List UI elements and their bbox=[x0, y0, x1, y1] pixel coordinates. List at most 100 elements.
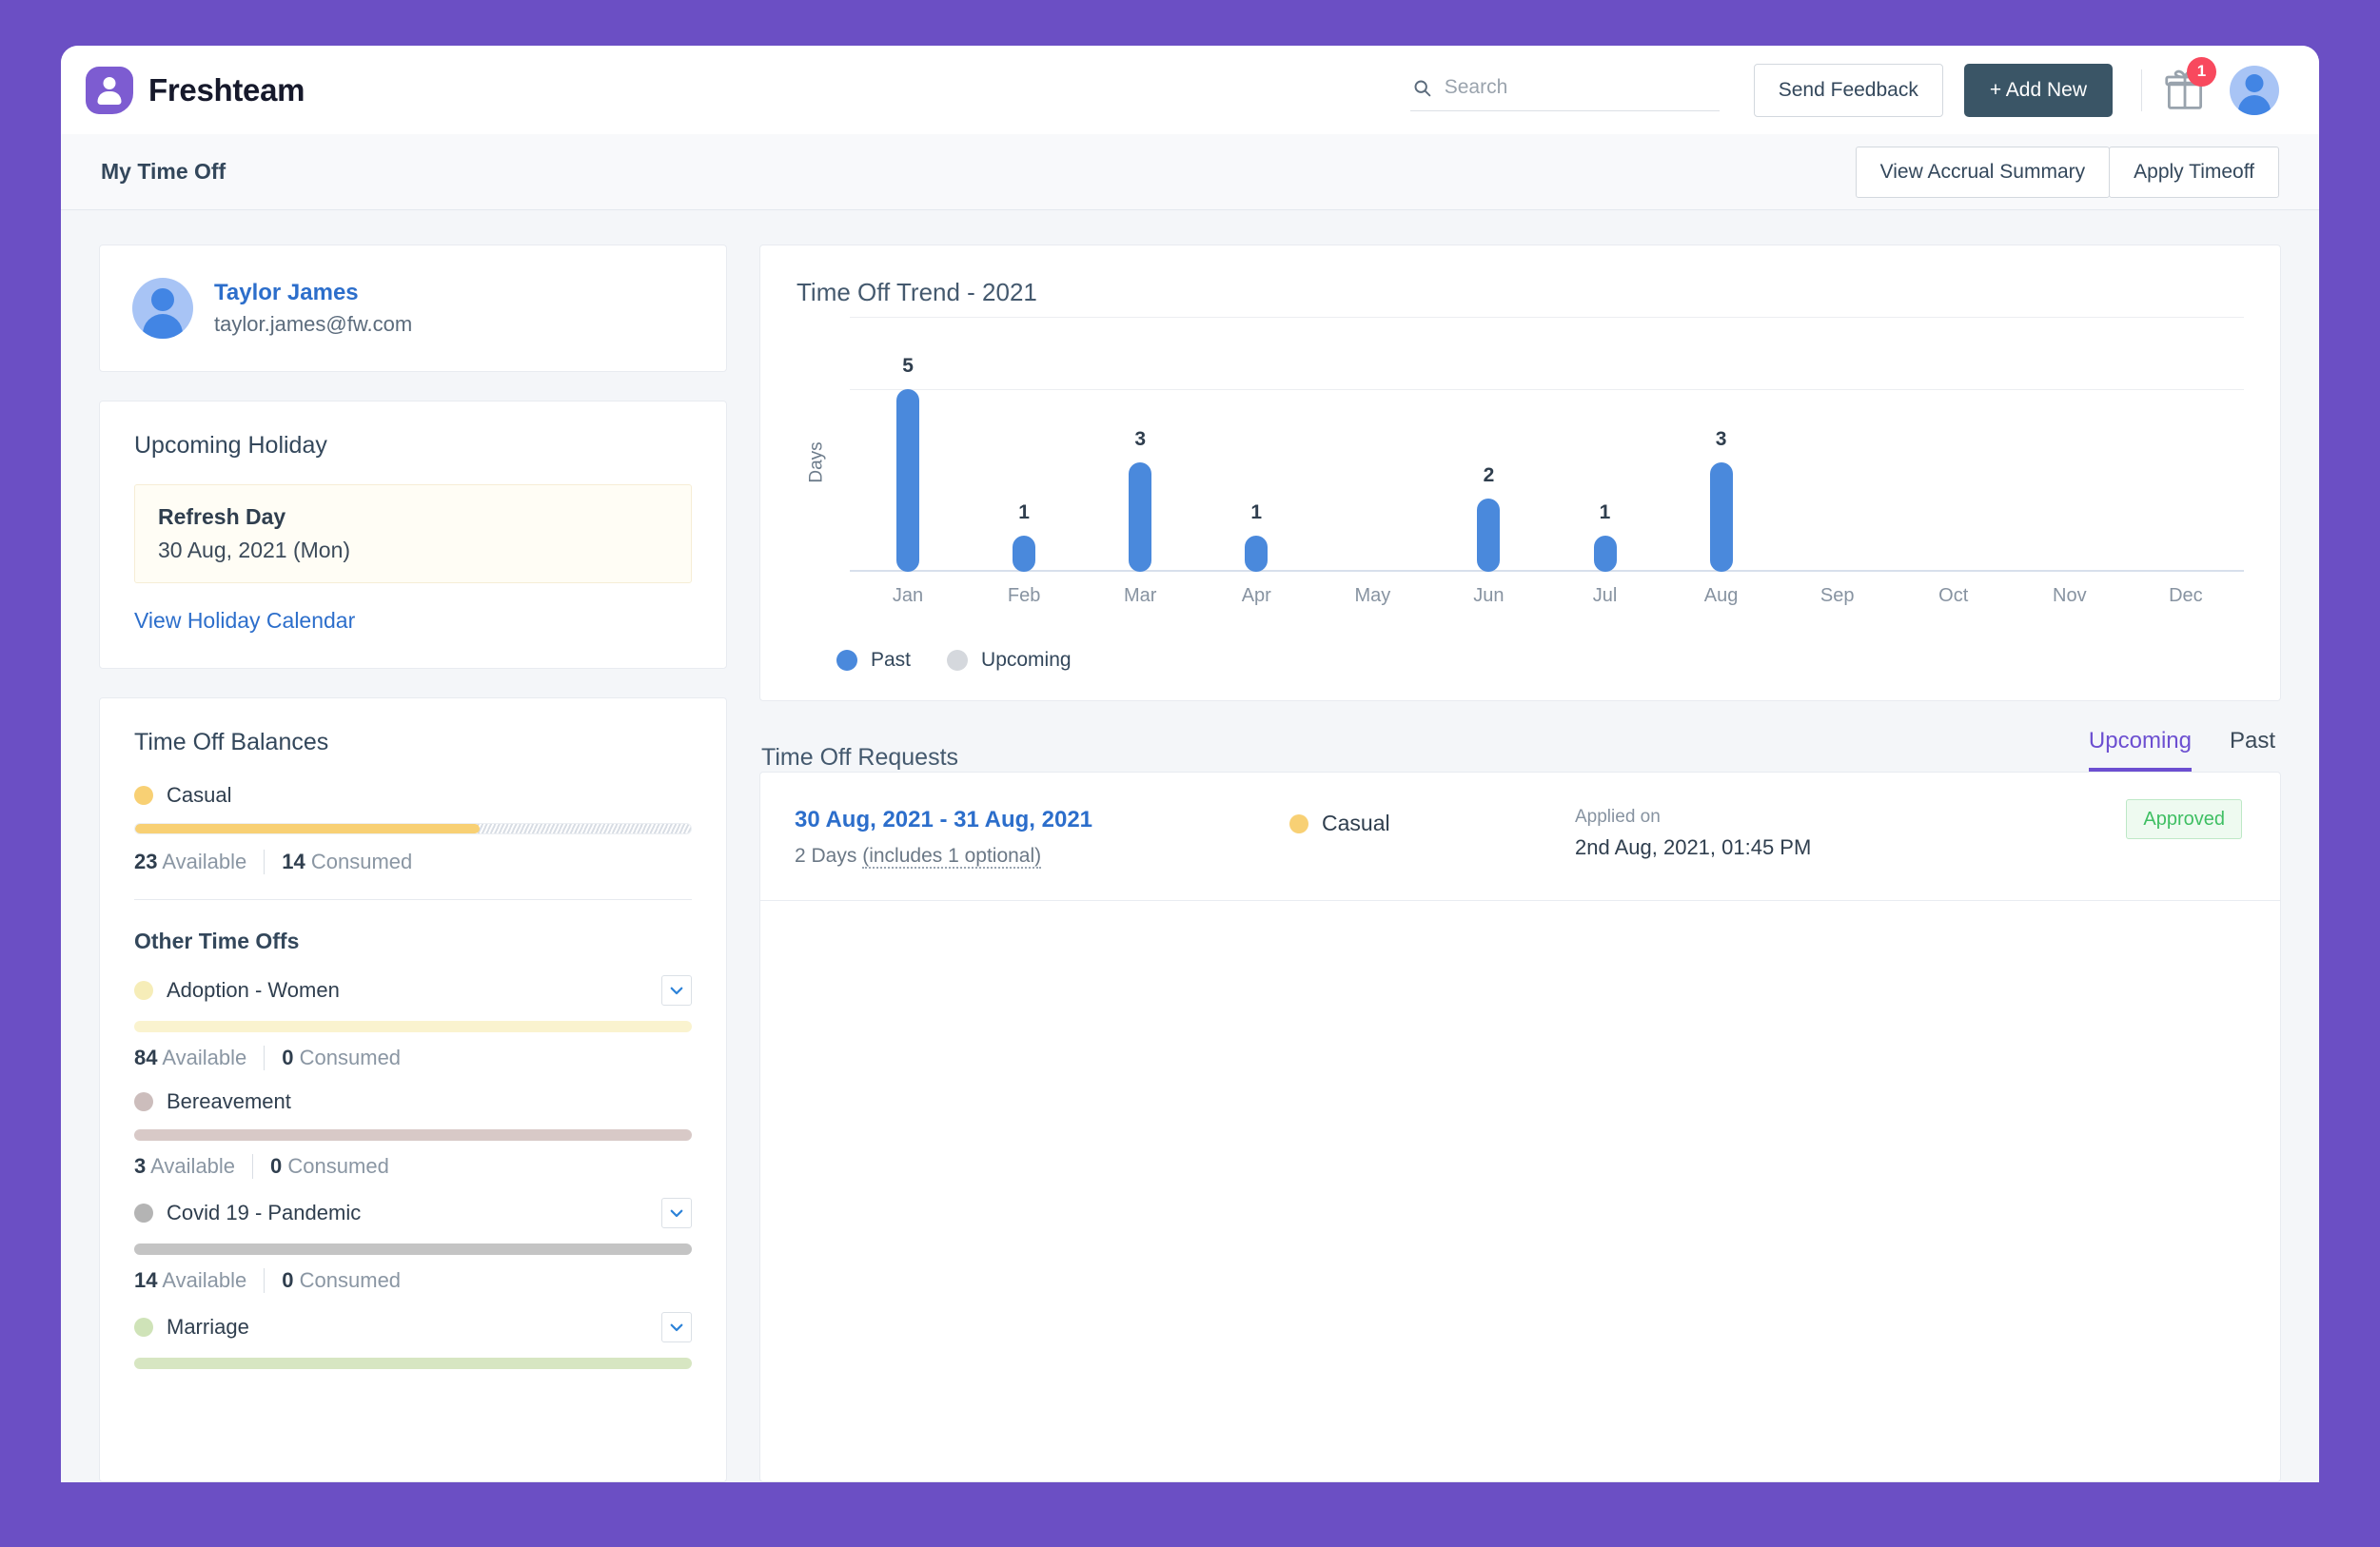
header-divider bbox=[2141, 69, 2142, 111]
chart-bar-value-label: 2 bbox=[1483, 464, 1495, 487]
holiday-date: 30 Aug, 2021 (Mon) bbox=[158, 538, 351, 562]
request-duration-note: (includes 1 optional) bbox=[862, 845, 1042, 869]
other-progress-bar bbox=[134, 1358, 692, 1369]
chart-legend-item[interactable]: Past bbox=[836, 649, 911, 672]
chart-bar-column[interactable] bbox=[2128, 353, 2244, 572]
app-window: Freshteam Send Feedback + Add New bbox=[61, 46, 2319, 1482]
user-avatar[interactable] bbox=[2230, 65, 2279, 115]
chart-x-tick-label: Feb bbox=[1007, 585, 1041, 606]
casual-consumed-label: Consumed bbox=[310, 850, 413, 873]
apply-timeoff-button[interactable]: Apply Timeoff bbox=[2109, 146, 2279, 198]
chart-legend-item[interactable]: Upcoming bbox=[947, 649, 1072, 672]
other-time-off-item: Bereavement 3 Available 0 Consumed bbox=[134, 1089, 692, 1179]
casual-consumed-value: 14 bbox=[282, 850, 305, 873]
request-applied-label: Applied on bbox=[1575, 807, 1661, 827]
expand-chevron-button[interactable] bbox=[661, 975, 692, 1006]
chart-x-tick-label: Jun bbox=[1473, 585, 1505, 606]
view-holiday-calendar-link[interactable]: View Holiday Calendar bbox=[134, 608, 355, 634]
chart-bar-column[interactable]: 1 bbox=[966, 353, 1082, 572]
chart-x-tick-label: Apr bbox=[1241, 585, 1271, 606]
chart-x-tick-label: Nov bbox=[2053, 585, 2087, 606]
chart-x-tick-label: Mar bbox=[1123, 585, 1157, 606]
profile-name[interactable]: Taylor James bbox=[214, 280, 412, 306]
chart-bar-column[interactable] bbox=[2012, 353, 2128, 572]
casual-available-value: 23 bbox=[134, 850, 158, 873]
other-time-off-label: Bereavement bbox=[167, 1089, 291, 1113]
requests-table-card: 30 Aug, 2021 - 31 Aug, 2021 2 Days (incl… bbox=[759, 772, 2281, 1482]
other-balance-numbers: 14 Available 0 Consumed bbox=[134, 1268, 692, 1293]
right-main-column: Time Off Trend - 2021 Days 5 1 3 1 2 1 3 bbox=[759, 245, 2281, 1482]
other-color-dot bbox=[134, 1092, 153, 1111]
casual-available-label: Available bbox=[162, 850, 247, 873]
chart-x-tick-label: Jan bbox=[892, 585, 924, 606]
send-feedback-button[interactable]: Send Feedback bbox=[1753, 63, 1943, 117]
chart-bar bbox=[1709, 462, 1733, 572]
chart-bar-column[interactable]: 3 bbox=[1082, 353, 1198, 572]
profile-email: taylor.james@fw.com bbox=[214, 312, 413, 336]
other-available-label: Available bbox=[162, 1046, 247, 1069]
other-color-dot bbox=[134, 1318, 153, 1337]
view-accrual-summary-button[interactable]: View Accrual Summary bbox=[1855, 146, 2111, 198]
expand-chevron-button[interactable] bbox=[661, 1198, 692, 1228]
chart-bar-column[interactable]: 5 bbox=[850, 353, 966, 572]
other-progress-bar bbox=[134, 1021, 692, 1032]
requests-tab-upcoming[interactable]: Upcoming bbox=[2088, 728, 2192, 772]
search-input[interactable] bbox=[1444, 76, 1718, 99]
chart-bar-column[interactable] bbox=[1780, 353, 1896, 572]
holiday-name: Refresh Day bbox=[158, 504, 286, 529]
requests-tabs: Upcoming Past bbox=[2088, 728, 2275, 772]
chart-bar-column[interactable]: 1 bbox=[1198, 353, 1314, 572]
left-sidebar-column: Taylor James taylor.james@fw.com Upcomin… bbox=[99, 245, 727, 1482]
time-off-balances-card: Time Off Balances Casual 23 Available 14 bbox=[99, 697, 727, 1482]
request-type-label: Casual bbox=[1322, 811, 1390, 835]
balances-divider bbox=[134, 899, 692, 900]
chart-bar bbox=[1129, 462, 1152, 572]
brand-name: Freshteam bbox=[148, 71, 305, 108]
request-date-range[interactable]: 30 Aug, 2021 - 31 Aug, 2021 bbox=[795, 807, 1289, 833]
add-new-button[interactable]: + Add New bbox=[1963, 63, 2113, 117]
page-title: My Time Off bbox=[101, 159, 226, 184]
search-icon bbox=[1414, 80, 1431, 96]
chart-bar-value-label: 5 bbox=[902, 355, 914, 378]
other-color-dot bbox=[134, 981, 153, 1000]
profile-card: Taylor James taylor.james@fw.com bbox=[99, 245, 727, 372]
brand-logo[interactable]: Freshteam bbox=[86, 66, 305, 114]
request-applied-value: 2nd Aug, 2021, 01:45 PM bbox=[1575, 835, 1812, 859]
other-consumed-value: 0 bbox=[270, 1154, 283, 1178]
chart-bar-column[interactable] bbox=[1314, 353, 1430, 572]
expand-chevron-button[interactable] bbox=[661, 1312, 692, 1342]
other-time-off-item: Adoption - Women 84 Available 0 Consumed bbox=[134, 975, 692, 1070]
chart-x-tick-label: Oct bbox=[1938, 585, 1969, 606]
time-off-requests-section: Time Off Requests Upcoming Past 30 Aug, 2… bbox=[759, 728, 2281, 1482]
chart-bar-column[interactable] bbox=[1896, 353, 2012, 572]
chevron-down-icon bbox=[670, 1323, 683, 1332]
chart-bar-column[interactable]: 3 bbox=[1663, 353, 1780, 572]
other-progress-bar bbox=[134, 1243, 692, 1255]
chart-bar-column[interactable]: 2 bbox=[1430, 353, 1546, 572]
chart-bar bbox=[1245, 535, 1269, 572]
holiday-entry: Refresh Day 30 Aug, 2021 (Mon) bbox=[134, 484, 692, 583]
chart-y-axis-label: Days bbox=[806, 441, 827, 483]
requests-tab-past[interactable]: Past bbox=[2230, 728, 2275, 772]
requests-rows: 30 Aug, 2021 - 31 Aug, 2021 2 Days (incl… bbox=[760, 773, 2280, 901]
request-duration: 2 Days (includes 1 optional) bbox=[795, 845, 1042, 869]
upcoming-holiday-card: Upcoming Holiday Refresh Day 30 Aug, 202… bbox=[99, 401, 727, 669]
casual-label: Casual bbox=[167, 783, 232, 807]
time-off-balances-title: Time Off Balances bbox=[134, 729, 329, 755]
gift-badge-count: 1 bbox=[2187, 56, 2216, 87]
gift-notification[interactable]: 1 bbox=[2165, 56, 2216, 112]
header-actions: Send Feedback + Add New 1 bbox=[1409, 56, 2279, 117]
chart-bar-column[interactable]: 1 bbox=[1546, 353, 1662, 572]
chart-bar bbox=[1593, 535, 1617, 572]
chart-bar bbox=[1013, 535, 1036, 572]
chevron-down-icon bbox=[670, 1209, 683, 1218]
chevron-down-icon bbox=[670, 987, 683, 995]
search-box[interactable] bbox=[1409, 69, 1720, 111]
request-type-dot bbox=[1289, 813, 1308, 833]
chart-title: Time Off Trend - 2021 bbox=[797, 278, 1037, 306]
chart-x-tick-label: Sep bbox=[1819, 585, 1855, 606]
balance-primary-casual: Casual 23 Available 14 Consumed bbox=[134, 783, 692, 874]
time-off-requests-title: Time Off Requests bbox=[761, 744, 959, 771]
time-off-request-row[interactable]: 30 Aug, 2021 - 31 Aug, 2021 2 Days (incl… bbox=[760, 773, 2280, 901]
chart-gridline-top bbox=[850, 317, 2244, 318]
